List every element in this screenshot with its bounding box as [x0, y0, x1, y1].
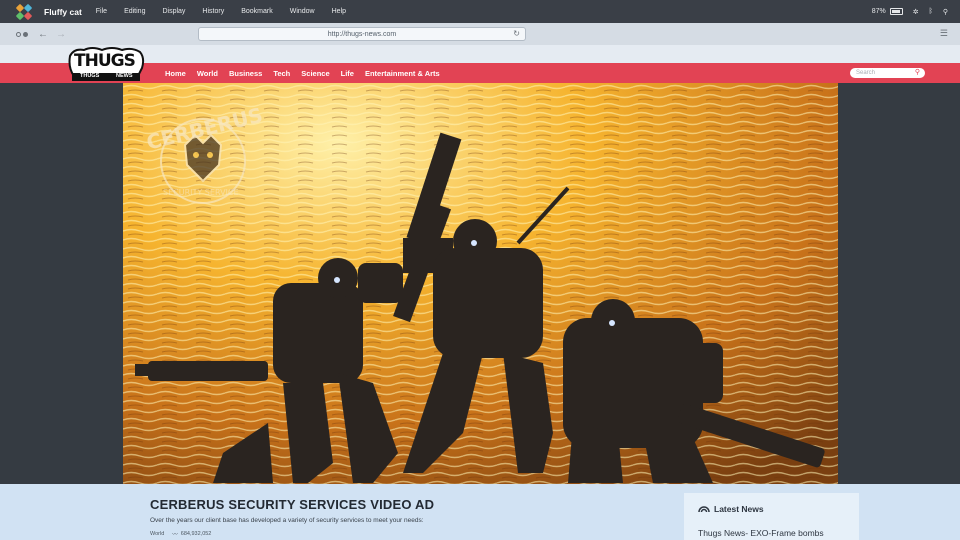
menu-editing[interactable]: Editing [124, 8, 145, 15]
site-search-input[interactable]: Search ⚲ [850, 68, 925, 78]
menu-help[interactable]: Help [332, 8, 346, 15]
app-name[interactable]: Fluffy cat [44, 7, 82, 17]
status-area: 87% ✲ ᛒ ⚲ [862, 8, 948, 16]
back-icon[interactable]: ← [38, 29, 48, 40]
menu-history[interactable]: History [202, 8, 224, 15]
app-menu: File Editing Display History Bookmark Wi… [96, 8, 363, 15]
window-close-icon[interactable] [16, 31, 21, 37]
article-views: 〰 684,932,052 [172, 530, 211, 538]
latest-news-panel: Latest News Thugs News- EXO-Frame bombs [684, 493, 859, 540]
nav-science[interactable]: Science [301, 69, 329, 78]
nav-life[interactable]: Life [341, 69, 354, 78]
nav-business[interactable]: Business [229, 69, 262, 78]
menu-bookmark[interactable]: Bookmark [241, 8, 273, 15]
search-magnifier-icon[interactable]: ⚲ [915, 68, 920, 78]
watermark-bottom-text: SECURITY SERVICE [163, 188, 239, 197]
trend-icon: 〰 [172, 532, 178, 538]
os-menu-bar: Fluffy cat File Editing Display History … [0, 0, 960, 23]
latest-news-title: Latest News [698, 504, 764, 514]
nav-tech[interactable]: Tech [273, 69, 290, 78]
forward-icon[interactable]: → [56, 29, 66, 40]
network-icon[interactable]: ✲ [913, 8, 919, 16]
logo-wordmark: THUGS [74, 51, 136, 71]
browser-toolbar: ← → http://thugs-news.com ↻ ☰ [0, 23, 960, 45]
article-meta: World 〰 684,932,052 [150, 530, 211, 538]
search-icon[interactable]: ⚲ [943, 8, 948, 16]
bluetooth-icon[interactable]: ᛒ [929, 8, 933, 15]
nav-home[interactable]: Home [165, 69, 186, 78]
logo-left-text: THUGS [80, 73, 100, 79]
window-minimize-icon[interactable] [23, 31, 28, 37]
menu-window[interactable]: Window [290, 8, 315, 15]
site-nav-links: Home World Business Tech Science Life En… [165, 63, 451, 83]
nav-world[interactable]: World [197, 69, 218, 78]
window-controls [16, 31, 30, 37]
signal-icon [698, 506, 710, 513]
logo-right-text: NEWS [116, 73, 133, 79]
latest-news-label: Latest News [714, 504, 764, 514]
views-count: 684,932,052 [180, 531, 212, 537]
article-headline[interactable]: CERBERUS SECURITY SERVICES VIDEO AD [150, 497, 434, 512]
battery-icon[interactable] [889, 8, 903, 15]
article-summary: Over the years our client base has devel… [150, 517, 424, 524]
app-logo-icon[interactable] [15, 3, 33, 20]
browser-menu-icon[interactable]: ☰ [940, 28, 948, 39]
search-placeholder: Search [856, 70, 876, 76]
site-logo[interactable]: THUGS THUGS NEWS [66, 46, 146, 84]
latest-news-item[interactable]: Thugs News- EXO-Frame bombs [698, 528, 824, 538]
menu-display[interactable]: Display [162, 8, 185, 15]
menu-file[interactable]: File [96, 8, 107, 15]
nav-entertainment[interactable]: Entertainment & Arts [365, 69, 440, 78]
url-text: http://thugs-news.com [327, 30, 397, 38]
article-category[interactable]: World [150, 531, 164, 537]
hero-video[interactable]: CERBERUS SECURITY SERVICE [123, 83, 838, 484]
address-bar[interactable]: http://thugs-news.com ↻ [198, 27, 526, 41]
battery-percent: 87% [871, 8, 886, 15]
reload-icon[interactable]: ↻ [513, 29, 520, 38]
